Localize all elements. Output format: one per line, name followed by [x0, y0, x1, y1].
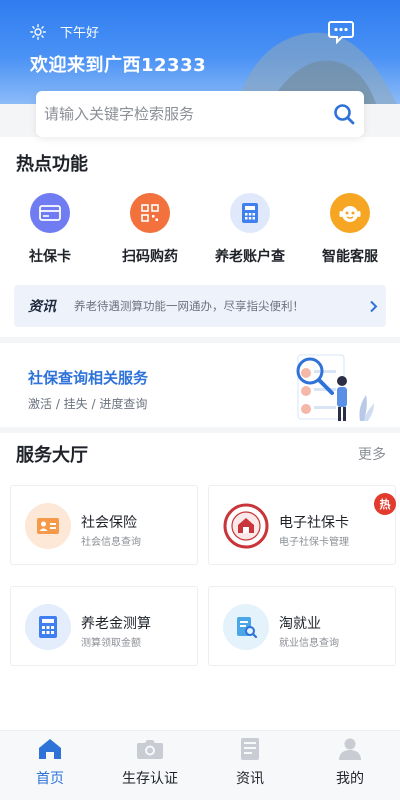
tab-label: 我的: [336, 771, 364, 787]
tab-news[interactable]: 资讯: [200, 731, 300, 800]
hot-item-label: 养老账户查: [215, 249, 285, 265]
search-person-illustration: [296, 354, 374, 421]
hot-badge: 热: [374, 493, 396, 515]
social-card-icon: [30, 193, 70, 233]
hot-item-label: 社保卡: [29, 249, 71, 265]
hot-item-smart-service[interactable]: 智能客服: [300, 193, 400, 266]
hot-item-social-card[interactable]: 社保卡: [0, 193, 100, 266]
header-banner: 下午好 欢迎来到广西12333: [0, 0, 400, 104]
card-title: 淘就业: [279, 616, 321, 632]
chevron-right-icon[interactable]: [360, 300, 386, 313]
hot-item-scan-medicine[interactable]: 扫码购药: [100, 193, 200, 266]
hot-functions-title: 热点功能: [16, 154, 88, 175]
search-button[interactable]: [324, 94, 364, 134]
news-tag: 资讯: [28, 299, 56, 315]
karst-hill-illustration: [236, 32, 397, 104]
news-strip[interactable]: 资讯 养老待遇测算功能一网通办，尽享指尖便利！: [14, 285, 386, 327]
hot-item-label: 扫码购药: [122, 249, 178, 265]
card-subtitle: 社会信息查询: [81, 537, 141, 548]
tab-label: 生存认证: [122, 771, 178, 787]
camera-icon: [137, 740, 163, 759]
card-title: 电子社保卡: [279, 515, 349, 531]
tab-label: 资讯: [236, 771, 264, 787]
welcome-title: 欢迎来到广西12333: [30, 55, 207, 76]
tab-mine[interactable]: 我的: [300, 731, 400, 800]
calculator-icon: [230, 193, 270, 233]
card-subtitle: 就业信息查询: [279, 638, 339, 649]
document-search-icon: [223, 604, 269, 650]
tab-survival-auth[interactable]: 生存认证: [100, 731, 200, 800]
message-button[interactable]: [328, 20, 354, 48]
banner-title: 社保查询相关服务: [28, 369, 149, 387]
bottom-tab-bar: 首页 生存认证 资讯 我的: [0, 730, 400, 800]
card-subtitle: 测算领取金额: [81, 638, 141, 649]
search-bar[interactable]: [36, 91, 364, 137]
service-card-jobs[interactable]: 淘就业 就业信息查询: [208, 586, 396, 666]
user-icon: [339, 738, 361, 760]
service-card-social-insurance[interactable]: 社会保险 社会信息查询: [10, 485, 198, 565]
search-icon: [334, 104, 355, 125]
tab-home[interactable]: 首页: [0, 731, 100, 800]
news-text[interactable]: 养老待遇测算功能一网通办，尽享指尖便利！: [74, 298, 360, 314]
greeting-text: 下午好: [60, 26, 100, 41]
news-doc-icon: [241, 738, 259, 760]
home-icon: [39, 739, 61, 759]
hot-item-pension-account[interactable]: 养老账户查: [200, 193, 300, 266]
hot-item-label: 智能客服: [322, 249, 378, 265]
qr-code-icon: [130, 193, 170, 233]
service-hall-panel: [0, 433, 400, 733]
hot-functions-grid: 社保卡 扫码购药 养老账户查 智能客服: [0, 193, 400, 266]
id-card-icon: [25, 503, 71, 549]
sun-icon: [30, 23, 46, 40]
calculator-icon: [25, 604, 71, 650]
tab-label: 首页: [36, 771, 64, 787]
card-title: 社会保险: [81, 515, 137, 531]
social-security-seal-icon: [223, 503, 269, 549]
banner-subtitle: 激活 / 挂失 / 进度查询: [28, 397, 148, 411]
card-subtitle: 电子社保卡管理: [279, 537, 349, 548]
chat-message-icon: [328, 21, 354, 45]
service-hall-title: 服务大厅: [16, 445, 88, 466]
card-title: 养老金测算: [81, 616, 151, 632]
service-card-pension-calc[interactable]: 养老金测算 测算领取金额: [10, 586, 198, 666]
more-link[interactable]: 更多: [358, 444, 386, 464]
social-security-banner[interactable]: 社保查询相关服务 激活 / 挂失 / 进度查询: [0, 343, 400, 427]
service-card-e-social-card[interactable]: 电子社保卡 电子社保卡管理: [208, 485, 396, 565]
robot-service-icon: [330, 193, 370, 233]
search-input[interactable]: [44, 105, 324, 123]
